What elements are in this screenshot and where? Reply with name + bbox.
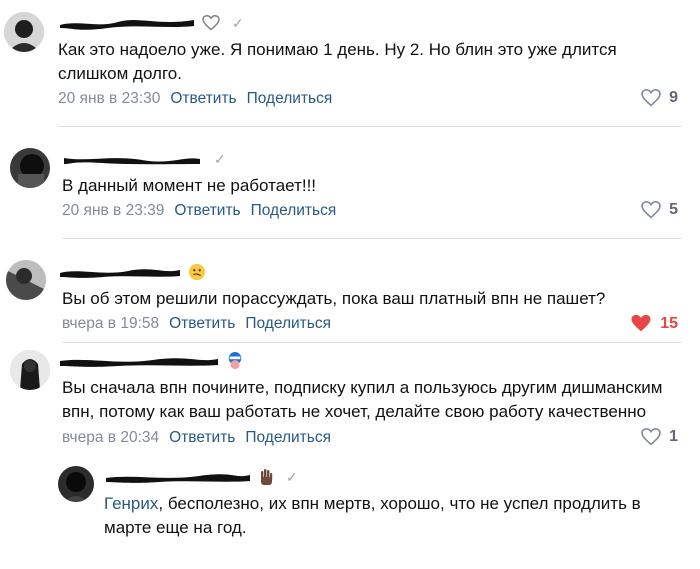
reply-body: , бесполезно, их впн мертв, хорошо, что …	[104, 494, 641, 537]
divider	[58, 126, 682, 127]
like-button[interactable]: 5	[641, 201, 678, 219]
heart-outline-icon	[202, 15, 220, 31]
avatar[interactable]	[10, 148, 50, 188]
like-count: 9	[669, 89, 678, 106]
author-name-redacted[interactable]: ✓	[104, 468, 298, 486]
avatar[interactable]	[4, 12, 44, 52]
comment-text: Вы об этом решили порассуждать, пока ваш…	[62, 289, 606, 308]
checkmark-icon: ✓	[286, 468, 298, 485]
emoji-icon	[188, 263, 206, 281]
checkmark-icon: ✓	[232, 14, 244, 31]
divider	[62, 342, 682, 343]
like-count: 15	[660, 314, 678, 332]
share-button[interactable]: Поделиться	[245, 315, 331, 333]
divider	[62, 238, 682, 239]
heart-icon	[641, 89, 661, 107]
hand-emoji-icon	[258, 467, 274, 487]
author-name-redacted[interactable]: ✓	[62, 150, 226, 168]
like-count: 1	[669, 428, 678, 445]
comment-meta: вчера в 20:34 Ответить Поделиться	[62, 429, 331, 447]
author-name-redacted[interactable]: ✓	[58, 14, 244, 32]
reply-button[interactable]: Ответить	[174, 202, 240, 220]
comment-text: Вы сначала впн почините, подписку купил …	[62, 378, 663, 421]
timestamp[interactable]: 20 янв в 23:39	[62, 202, 164, 220]
like-button[interactable]: 1	[641, 428, 678, 446]
share-button[interactable]: Поделиться	[251, 202, 337, 220]
share-button[interactable]: Поделиться	[245, 429, 331, 447]
checkmark-icon: ✓	[214, 150, 226, 167]
emoji-icon	[226, 351, 244, 371]
share-button[interactable]: Поделиться	[247, 90, 333, 108]
heart-icon	[641, 428, 661, 446]
avatar[interactable]	[10, 350, 50, 390]
reply-button[interactable]: Ответить	[170, 90, 236, 108]
author-name-redacted[interactable]	[58, 263, 206, 281]
comment-text: Как это надоело уже. Я понимаю 1 день. Н…	[58, 40, 617, 83]
author-name-redacted[interactable]	[58, 352, 244, 370]
heart-icon	[631, 314, 651, 332]
like-button[interactable]: 9	[641, 89, 678, 107]
mention-link[interactable]: Генрих	[104, 494, 158, 513]
avatar[interactable]	[58, 466, 94, 502]
timestamp[interactable]: вчера в 20:34	[62, 429, 159, 447]
comment-meta: 20 янв в 23:30 Ответить Поделиться	[58, 90, 332, 108]
reply-button[interactable]: Ответить	[169, 315, 235, 333]
comment-meta: 20 янв в 23:39 Ответить Поделиться	[62, 202, 336, 220]
timestamp[interactable]: вчера в 19:58	[62, 315, 159, 333]
like-button[interactable]: 15	[630, 314, 678, 333]
reply-button[interactable]: Ответить	[169, 429, 235, 447]
timestamp[interactable]: 20 янв в 23:30	[58, 90, 160, 108]
comment-text: В данный момент не работает!!!	[62, 176, 317, 195]
avatar[interactable]	[6, 260, 46, 300]
comment-meta: вчера в 19:58 Ответить Поделиться	[62, 315, 331, 333]
heart-icon	[641, 201, 661, 219]
reply-text: Генрих, бесполезно, их впн мертв, хорошо…	[104, 492, 664, 540]
like-count: 5	[669, 201, 678, 218]
